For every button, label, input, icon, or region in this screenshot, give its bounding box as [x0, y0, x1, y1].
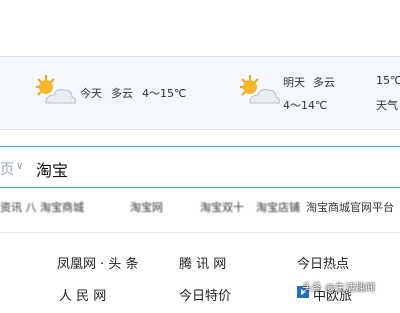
weather-bar: 今天 多云 4～15℃ 明天 多云 4～14℃ 15℃ 天气	[0, 57, 400, 130]
partly-cloudy-icon	[240, 75, 280, 104]
link-people[interactable]: 人 民 网	[59, 285, 106, 304]
quick-links-panel: 凤凰网 · 头 条 腾 讯 网 今日热点 人 民 网 今日特价 中欧旅	[0, 232, 400, 313]
link-tencent[interactable]: 腾 讯 网	[179, 253, 226, 272]
tomorrow-temp: 4～14℃	[283, 99, 328, 112]
suggestion-item[interactable]: 淘宝网	[130, 199, 163, 215]
watermark-text: 头条 @生活趣闻	[302, 283, 376, 294]
suggestion-item[interactable]: 淘宝店铺	[256, 199, 300, 215]
partly-cloudy-icon	[36, 75, 76, 104]
link-ifeng[interactable]: 凤凰网 · 头 条	[57, 253, 139, 272]
chevron-down-icon[interactable]: ∨	[16, 161, 23, 172]
today-day: 今天	[80, 87, 102, 100]
link-today-deals[interactable]: 今日特价	[179, 285, 231, 304]
suggestion-item[interactable]: 资讯 八 淘宝商城	[0, 199, 84, 215]
suggestion-item[interactable]: 淘宝双十	[200, 199, 244, 215]
tomorrow-day: 明天	[283, 76, 305, 89]
suggestion-item[interactable]: 淘宝商城官网平台	[306, 199, 394, 215]
tomorrow-condition: 多云	[313, 76, 335, 89]
search-suggestions: 资讯 八 淘宝商城 淘宝网 淘宝双十 淘宝店铺 淘宝商城官网平台	[0, 193, 400, 219]
search-input[interactable]: 淘宝	[36, 157, 68, 181]
today-condition: 多云	[111, 87, 133, 100]
top-blank-area	[0, 0, 400, 57]
link-today-hot[interactable]: 今日热点	[297, 253, 349, 272]
search-scope-label[interactable]: 页	[0, 159, 14, 179]
third-day-label: 天气	[376, 99, 398, 112]
today-temp: 4～15℃	[142, 87, 187, 100]
third-day-temp: 15℃	[376, 74, 400, 87]
search-box[interactable]: 页 ∨ 淘宝	[0, 146, 400, 188]
